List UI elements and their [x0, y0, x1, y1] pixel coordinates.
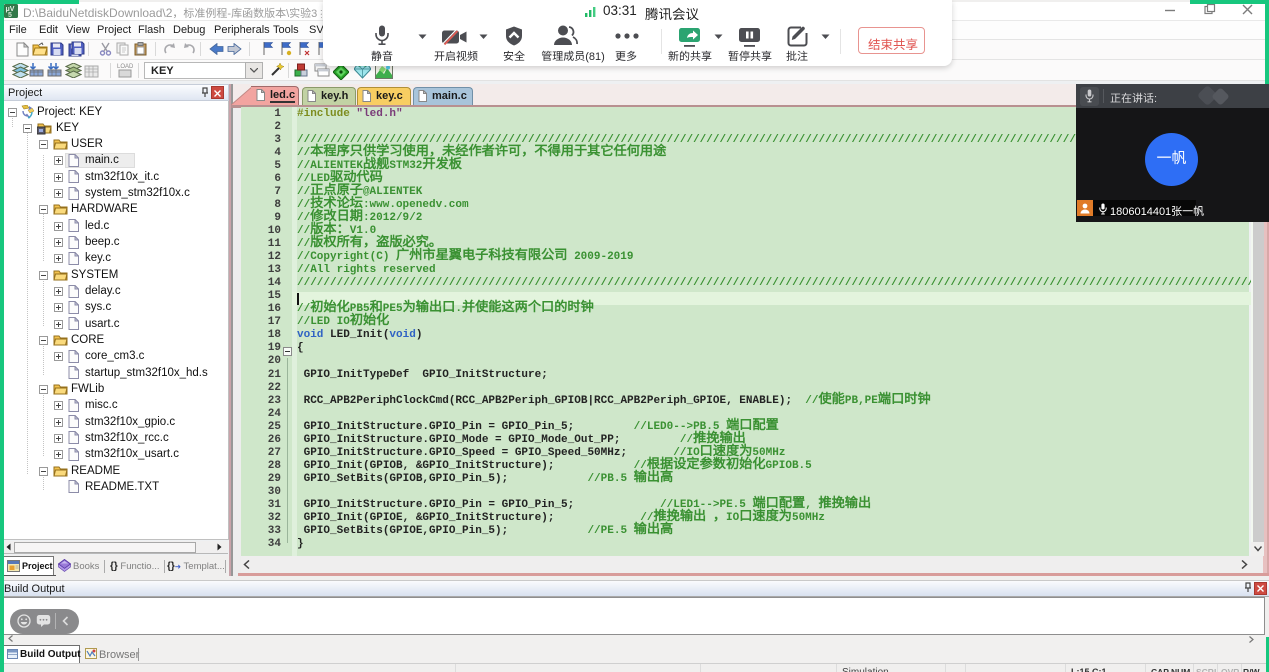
svg-text:5: 5	[8, 12, 12, 18]
svg-text:LOAD: LOAD	[117, 64, 133, 70]
